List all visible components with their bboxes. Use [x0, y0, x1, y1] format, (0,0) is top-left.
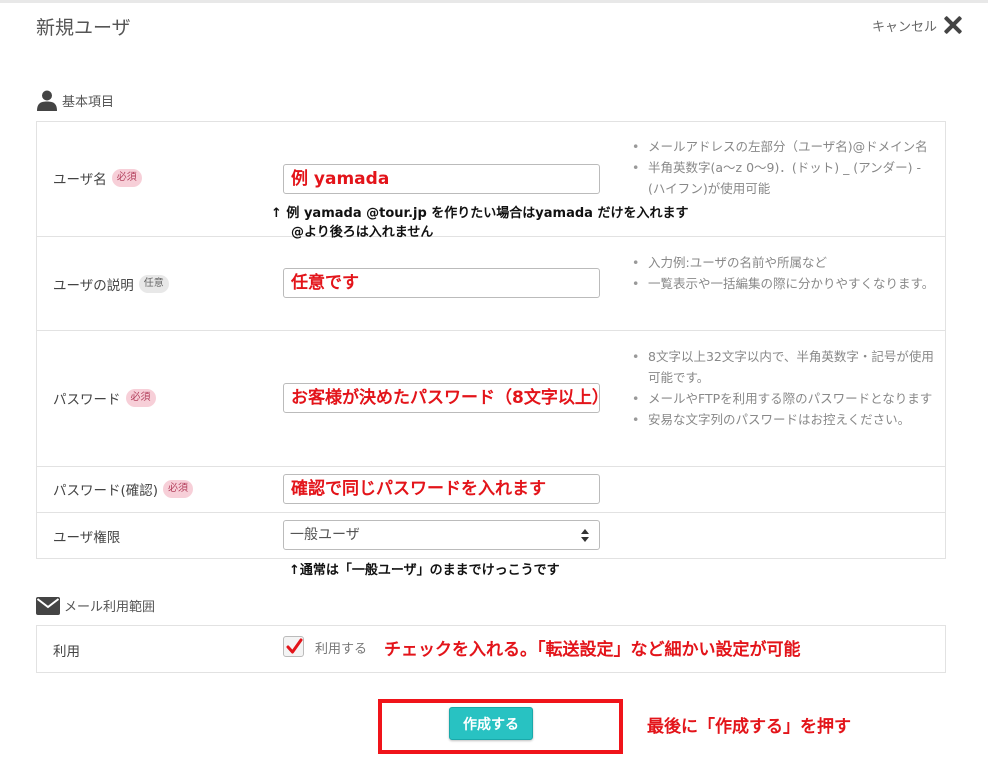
- form-row-mail-usage: 利用 利用する チェックを入れる。「転送設定」など細かい設定が可能: [37, 626, 945, 672]
- mail-section-title: メール利用範囲: [64, 600, 156, 615]
- permission-selected-value: 一般ユーザ: [290, 527, 360, 543]
- username-note-line1: ↑ 例 yamada @tour.jp を作りたい場合はyamada だけを入れ…: [271, 206, 689, 221]
- password-label: パスワード 必須: [53, 388, 156, 408]
- form-row-permission: ユーザ権限 一般ユーザ: [37, 513, 945, 558]
- description-input[interactable]: 任意です: [283, 268, 600, 298]
- mail-usage-label-text: 利用: [53, 644, 80, 660]
- username-label: ユーザ名 必須: [53, 168, 142, 188]
- permission-label: ユーザ権限: [53, 526, 120, 546]
- mail-usage-checkbox-label[interactable]: 利用する: [315, 638, 367, 657]
- hint-item: メールアドレスの左部分（ユーザ名)@ドメイン名: [629, 136, 939, 157]
- basic-section-title: 基本項目: [62, 94, 115, 110]
- username-input[interactable]: 例 yamada: [283, 164, 600, 194]
- form-row-password: パスワード 必須 お客様が決めたパスワード（8文字以上） 8文字以上32文字以内…: [37, 331, 945, 467]
- hint-item: メールやFTPを利用する際のパスワードとなります: [629, 388, 939, 409]
- form-row-username: ユーザ名 必須 例 yamada メールアドレスの左部分（ユーザ名)@ドメイン名…: [37, 122, 945, 240]
- password-hints: 8文字以上32文字以内で、半角英数字・記号が使用可能です。 メールやFTPを利用…: [629, 346, 939, 430]
- form-row-password-confirm: パスワード(確認) 必須 確認で同じパスワードを入れます: [37, 467, 945, 513]
- hint-item: 半角英数字(a〜z 0〜9)．(ドット) _ (アンダー) - (ハイフン)が使…: [629, 157, 939, 199]
- user-icon: [36, 89, 58, 111]
- hint-item: 一覧表示や一括編集の際に分かりやすくなります。: [629, 273, 939, 294]
- page-title: 新規ユーザ: [36, 17, 131, 39]
- form-row-description: ユーザの説明 任意 任意です 入力例:ユーザの名前や所属など 一覧表示や一括編集…: [37, 237, 945, 331]
- mail-usage-label: 利用: [53, 640, 80, 660]
- required-badge: 必須: [111, 169, 142, 187]
- permission-select[interactable]: 一般ユーザ: [283, 520, 600, 550]
- mail-usage-checkbox[interactable]: [283, 636, 304, 657]
- password-confirm-input[interactable]: 確認で同じパスワードを入れます: [283, 474, 600, 504]
- username-hints: メールアドレスの左部分（ユーザ名)@ドメイン名 半角英数字(a〜z 0〜9)．(…: [629, 136, 939, 199]
- username-label-text: ユーザ名: [53, 172, 107, 188]
- create-note: 最後に「作成する」を押す: [647, 717, 851, 737]
- envelope-icon: [36, 596, 60, 615]
- password-label-text: パスワード: [53, 392, 121, 408]
- permission-note: ↑通常は「一般ユーザ」のままでけっこうです: [289, 563, 560, 578]
- mail-usage-note: チェックを入れる。「転送設定」など細かい設定が可能: [384, 640, 801, 660]
- hint-item: 8文字以上32文字以内で、半角英数字・記号が使用可能です。: [629, 346, 939, 388]
- optional-badge: 任意: [138, 275, 169, 293]
- hint-item: 入力例:ユーザの名前や所属など: [629, 252, 939, 273]
- required-badge: 必須: [125, 389, 156, 407]
- description-label: ユーザの説明 任意: [53, 274, 169, 294]
- mail-section-panel: 利用 利用する チェックを入れる。「転送設定」など細かい設定が可能: [36, 625, 946, 673]
- password-confirm-label: パスワード(確認) 必須: [53, 479, 194, 499]
- create-button[interactable]: 作成する: [449, 707, 533, 740]
- close-icon[interactable]: [942, 14, 964, 36]
- basic-section-header: 基本項目: [36, 89, 114, 111]
- description-label-text: ユーザの説明: [53, 278, 134, 294]
- checkmark-icon: [286, 638, 303, 654]
- description-hints: 入力例:ユーザの名前や所属など 一覧表示や一括編集の際に分かりやすくなります。: [629, 252, 939, 294]
- hint-item: 安易な文字列のパスワードはお控えください。: [629, 409, 939, 430]
- cancel-button[interactable]: キャンセル: [872, 14, 964, 36]
- basic-section-panel: ユーザ名 必須 例 yamada メールアドレスの左部分（ユーザ名)@ドメイン名…: [36, 121, 946, 559]
- password-input[interactable]: お客様が決めたパスワード（8文字以上）: [283, 383, 600, 413]
- password-confirm-label-text: パスワード(確認): [53, 483, 159, 499]
- required-badge: 必須: [163, 480, 194, 498]
- select-arrows-icon: [581, 528, 589, 542]
- cancel-label: キャンセル: [872, 19, 938, 35]
- top-border: [0, 0, 988, 3]
- permission-label-text: ユーザ権限: [53, 530, 121, 546]
- mail-section-header: メール利用範囲: [36, 596, 155, 615]
